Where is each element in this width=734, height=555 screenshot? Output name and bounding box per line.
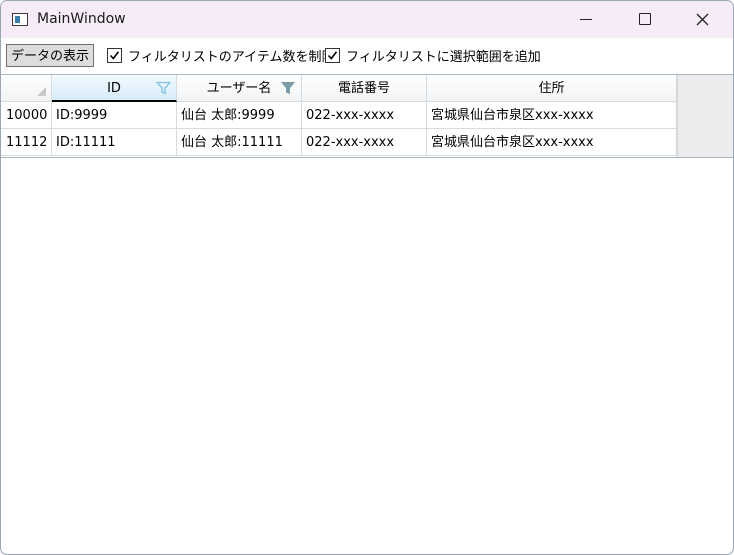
- show-data-button[interactable]: データの表示: [6, 44, 94, 67]
- column-header-label: ID: [107, 81, 121, 96]
- data-grid: ID ユーザー名 電話番号 住所 10000 ID:9999 仙台 太郎:999…: [1, 74, 733, 158]
- filter-icon[interactable]: [280, 81, 296, 96]
- cell-username[interactable]: 仙台 太郎:9999: [177, 102, 302, 129]
- add-selection-checkbox[interactable]: [325, 48, 340, 63]
- column-header-phone[interactable]: 電話番号: [302, 75, 427, 102]
- cell-id[interactable]: ID:9999: [52, 102, 177, 129]
- checkmark-icon: [327, 51, 338, 60]
- toolbar: データの表示 フィルタリストのアイテム数を制限 フィルタリストに選択範囲を追加: [1, 38, 733, 74]
- limit-filter-label[interactable]: フィルタリストのアイテム数を制限: [128, 46, 334, 65]
- checkmark-icon: [109, 51, 120, 60]
- cell-address[interactable]: 宮城県仙台市泉区xxx-xxxx: [427, 102, 677, 129]
- minimize-button[interactable]: [563, 1, 609, 38]
- add-selection-label[interactable]: フィルタリストに選択範囲を追加: [346, 46, 541, 65]
- maximize-button[interactable]: [621, 1, 667, 38]
- maximize-icon: [639, 13, 651, 25]
- close-button[interactable]: [679, 1, 725, 38]
- filter-icon[interactable]: [156, 81, 171, 95]
- cell-phone[interactable]: 022-xxx-xxxx: [302, 102, 427, 129]
- app-icon: [12, 13, 28, 26]
- column-header-label: ユーザー名: [206, 81, 272, 96]
- title-bar[interactable]: MainWindow: [1, 1, 733, 38]
- grid-empty-area: [677, 75, 733, 157]
- cell-id[interactable]: ID:11111: [52, 129, 177, 156]
- row-header[interactable]: 11112: [1, 129, 52, 156]
- limit-filter-checkbox[interactable]: [107, 48, 122, 63]
- main-window: MainWindow データの表示 フィルタリストのアイテム数を制限 フィルタリ…: [0, 0, 734, 555]
- row-header[interactable]: 10000: [1, 102, 52, 129]
- column-header-id[interactable]: ID: [52, 75, 177, 102]
- select-all-icon: [37, 87, 46, 96]
- cell-phone[interactable]: 022-xxx-xxxx: [302, 129, 427, 156]
- column-header-label: 電話番号: [337, 81, 390, 96]
- select-all-corner[interactable]: [1, 75, 52, 102]
- column-header-username[interactable]: ユーザー名: [177, 75, 302, 102]
- column-header-label: 住所: [538, 81, 565, 96]
- close-icon: [696, 13, 709, 26]
- column-header-address[interactable]: 住所: [427, 75, 677, 102]
- cell-address[interactable]: 宮城県仙台市泉区xxx-xxxx: [427, 129, 677, 156]
- minimize-icon: [580, 19, 592, 20]
- cell-username[interactable]: 仙台 太郎:11111: [177, 129, 302, 156]
- window-title: MainWindow: [37, 11, 126, 27]
